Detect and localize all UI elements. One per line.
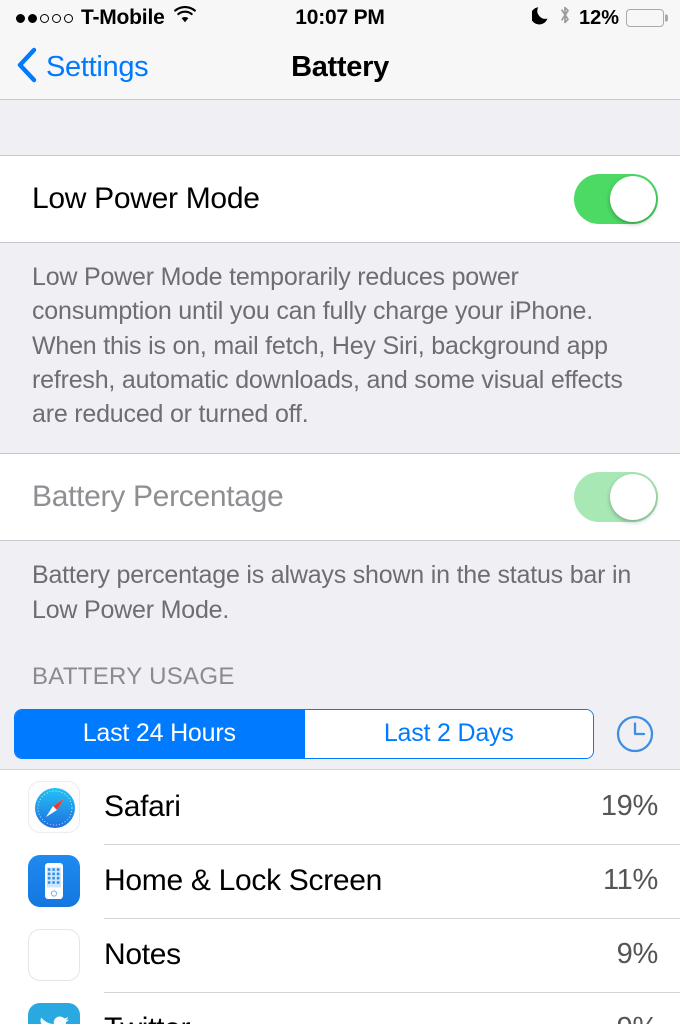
app-name: Safari (104, 789, 181, 823)
top-spacer (0, 100, 680, 155)
low-power-mode-footer: Low Power Mode temporarily reduces power… (32, 263, 623, 428)
app-battery-percent: 9% (616, 938, 659, 971)
carrier-label: T-Mobile (81, 6, 165, 29)
time-range-segmented-control[interactable]: Last 24 Hours Last 2 Days (14, 708, 594, 759)
signal-dot-empty (40, 13, 49, 23)
safari-icon (28, 780, 80, 833)
app-battery-percent: 11% (603, 864, 658, 897)
battery-percentage-group: Battery Percentage (0, 453, 680, 542)
app-battery-percent: 19% (600, 790, 658, 823)
battery-usage-app-list: Safari 19% Home & Lock Screen 11% Notes … (0, 768, 680, 1024)
low-power-mode-group: Low Power Mode (0, 155, 680, 243)
home-lock-screen-icon (28, 854, 80, 907)
app-name: Notes (104, 937, 181, 971)
status-bar-right: 12% (385, 5, 665, 31)
signal-dot-empty (64, 13, 73, 23)
low-power-mode-label: Low Power Mode (32, 182, 260, 215)
usage-time-range-row: Last 24 Hours Last 2 Days (0, 701, 680, 769)
toggle-knob (610, 176, 656, 222)
twitter-icon (28, 1002, 80, 1024)
status-bar-clock: 10:07 PM (295, 6, 385, 29)
app-name: Twitter (80, 1012, 617, 1024)
notes-icon (28, 928, 80, 981)
status-bar: T-Mobile 10:07 PM 12% (0, 0, 680, 36)
signal-dot-filled (16, 13, 25, 23)
cellular-signal-dots (16, 13, 73, 23)
wifi-icon (173, 6, 197, 30)
moon-icon (530, 5, 551, 31)
app-battery-percent: 9% (617, 1012, 659, 1024)
battery-percentage-row: Battery Percentage (0, 454, 680, 541)
battery-percentage-footer: Battery percentage is always shown in th… (32, 561, 632, 624)
app-name: Home & Lock Screen (104, 863, 383, 897)
battery-percentage-label: Battery Percentage (32, 480, 284, 514)
usage-row-safari[interactable]: Safari 19% (0, 769, 680, 844)
battery-percentage-label: 12% (578, 6, 620, 29)
bluetooth-icon (558, 5, 572, 31)
back-button-label: Settings (46, 51, 149, 83)
chevron-left-icon (16, 47, 38, 88)
back-to-settings-button[interactable]: Settings (0, 47, 149, 88)
segment-last-2-days[interactable]: Last 2 Days (303, 709, 593, 758)
segment-last-24-hours[interactable]: Last 24 Hours (15, 709, 304, 758)
settings-content: Low Power Mode Low Power Mode temporaril… (0, 100, 680, 1024)
clock-icon[interactable] (612, 711, 658, 757)
status-bar-left: T-Mobile (16, 6, 295, 30)
usage-row-twitter[interactable]: Twitter 9% (0, 991, 680, 1024)
usage-row-notes[interactable]: Notes 9% (0, 917, 680, 992)
battery-percentage-toggle (574, 472, 658, 523)
signal-dot-filled (28, 13, 37, 23)
signal-dot-empty (52, 13, 61, 23)
navigation-bar: Settings Battery (0, 36, 680, 100)
battery-icon (626, 9, 665, 27)
low-power-mode-row[interactable]: Low Power Mode (0, 156, 680, 242)
battery-usage-section-header: BATTERY USAGE (32, 662, 235, 690)
usage-row-home-lock-screen[interactable]: Home & Lock Screen 11% (0, 843, 680, 918)
toggle-knob (610, 474, 656, 521)
low-power-mode-toggle[interactable] (574, 174, 658, 224)
battery-settings-screen: T-Mobile 10:07 PM 12% Settings Battery L… (0, 0, 680, 1024)
